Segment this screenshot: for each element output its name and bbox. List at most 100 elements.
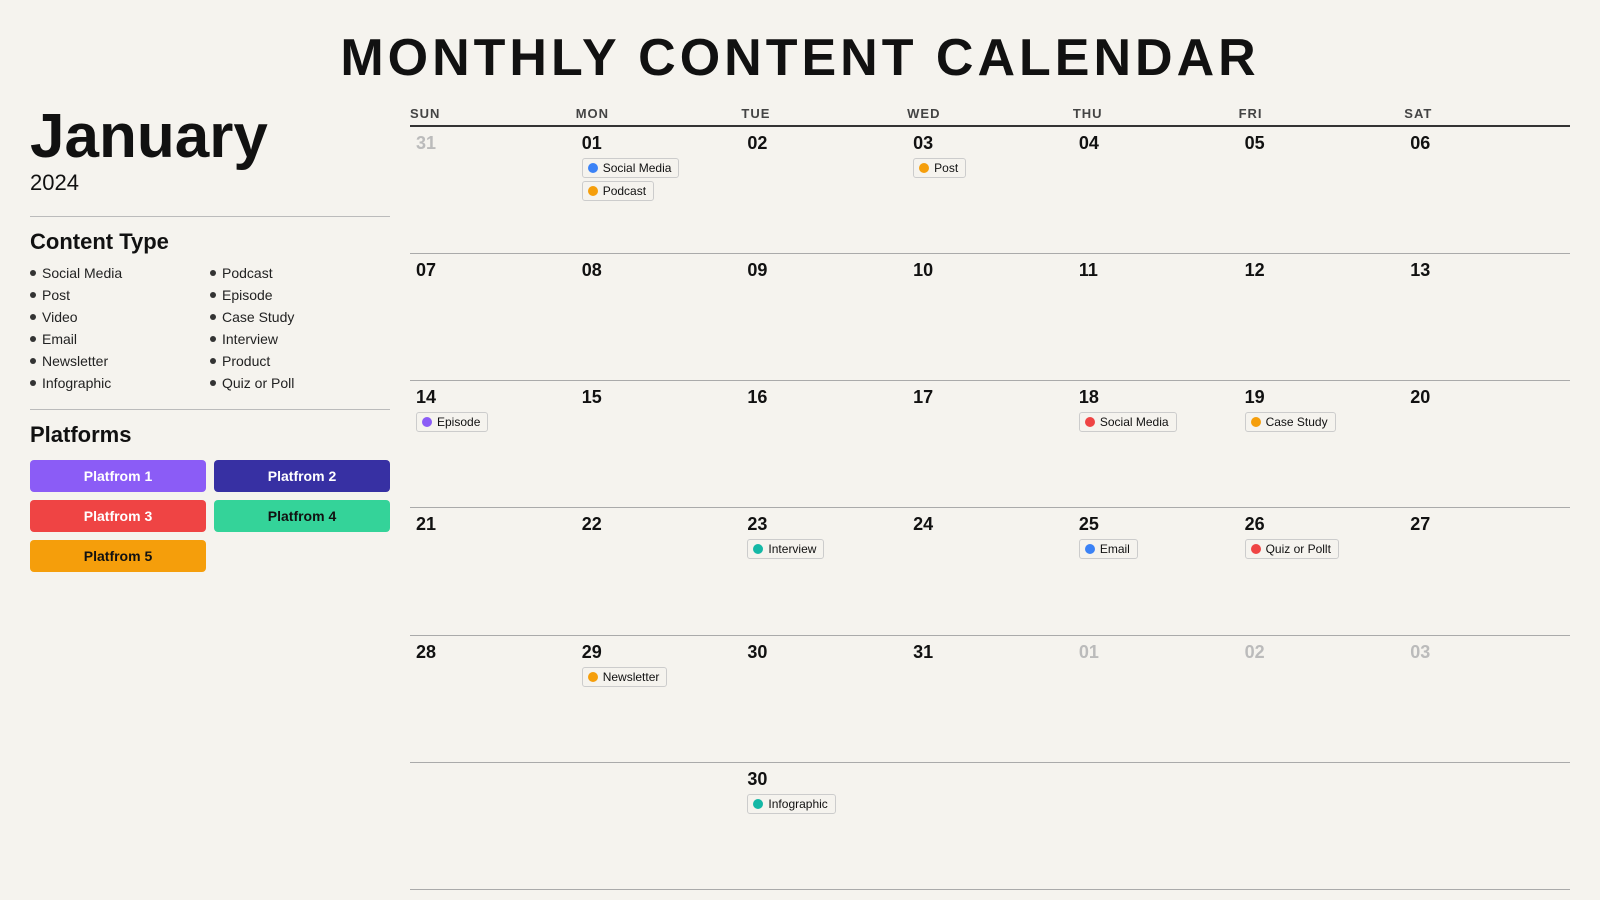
- calendar-day-name: THU: [1073, 106, 1239, 127]
- calendar-date: 30: [747, 769, 901, 790]
- event-badge: Interview: [747, 539, 824, 559]
- event-badge: Email: [1079, 539, 1138, 559]
- event-dot: [753, 799, 763, 809]
- platform-badge[interactable]: Platfrom 3: [30, 500, 206, 532]
- calendar-cell: 31: [410, 127, 576, 254]
- calendar-cell: 16: [741, 381, 907, 508]
- calendar-cell: 30Infographic: [741, 763, 907, 890]
- calendar-cell: 31: [907, 636, 1073, 763]
- calendar-cell: 04: [1073, 127, 1239, 254]
- content-type-item: Product: [210, 353, 390, 369]
- event-label: Episode: [437, 415, 480, 429]
- calendar-date: 25: [1079, 514, 1233, 535]
- event-badge: Case Study: [1245, 412, 1336, 432]
- calendar-cell: 20: [1404, 381, 1570, 508]
- calendar-cell: 21: [410, 508, 576, 635]
- bullet: [210, 336, 216, 342]
- content-type-item: Post: [30, 287, 210, 303]
- event-label: Post: [934, 161, 958, 175]
- calendar-date: 10: [913, 260, 1067, 281]
- content-type-item: Podcast: [210, 265, 390, 281]
- calendar-date: 12: [1245, 260, 1399, 281]
- calendar-cell: 14Episode: [410, 381, 576, 508]
- event-badge: Post: [913, 158, 966, 178]
- calendar-cell: 03Post: [907, 127, 1073, 254]
- calendar-cell: [410, 763, 576, 890]
- platforms-heading: Platforms: [30, 422, 390, 448]
- calendar-day-name: SUN: [410, 106, 576, 127]
- event-label: Podcast: [603, 184, 646, 198]
- calendar-date: 16: [747, 387, 901, 408]
- calendar-cell: 01Social MediaPodcast: [576, 127, 742, 254]
- calendar-date: 02: [1245, 642, 1399, 663]
- calendar-date: 01: [582, 133, 736, 154]
- calendar-date: 19: [1245, 387, 1399, 408]
- divider-1: [30, 216, 390, 217]
- calendar-cell: 18Social Media: [1073, 381, 1239, 508]
- calendar-cell: 27: [1404, 508, 1570, 635]
- calendar-cell: 25 Email: [1073, 508, 1239, 635]
- calendar-cell: 01: [1073, 636, 1239, 763]
- platforms-grid: Platfrom 1Platfrom 2Platfrom 3Platfrom 4…: [30, 460, 390, 572]
- event-badge: Podcast: [582, 181, 654, 201]
- event-badge: Newsletter: [582, 667, 668, 687]
- calendar-header: SUNMONTUEWEDTHUFRISAT: [410, 106, 1570, 127]
- event-dot: [588, 163, 598, 173]
- calendar-date: 15: [582, 387, 736, 408]
- event-label: Interview: [768, 542, 816, 556]
- bullet: [30, 380, 36, 386]
- event-dot: [1251, 417, 1261, 427]
- content-type-item: Newsletter: [30, 353, 210, 369]
- content-type-item: Infographic: [30, 375, 210, 391]
- calendar-date: 07: [416, 260, 570, 281]
- sidebar: January 2024 Content Type Social MediaPo…: [30, 106, 410, 890]
- platform-badge[interactable]: Platfrom 1: [30, 460, 206, 492]
- calendar-cell: 11: [1073, 254, 1239, 381]
- calendar-cell: 15: [576, 381, 742, 508]
- event-dot: [753, 544, 763, 554]
- event-dot: [1085, 417, 1095, 427]
- event-dot: [919, 163, 929, 173]
- calendar-date: 11: [1079, 260, 1233, 281]
- event-label: Case Study: [1266, 415, 1328, 429]
- calendar-cell: 29Newsletter: [576, 636, 742, 763]
- bullet: [30, 292, 36, 298]
- calendar-cell: 05: [1239, 127, 1405, 254]
- event-label: Quiz or Pollt: [1266, 542, 1331, 556]
- bullet: [30, 314, 36, 320]
- calendar-cell: 06: [1404, 127, 1570, 254]
- calendar-cell: 24: [907, 508, 1073, 635]
- event-badge: Episode: [416, 412, 488, 432]
- calendar-date: 20: [1410, 387, 1564, 408]
- calendar-cell: [907, 763, 1073, 890]
- page-title: MONTHLY CONTENT CALENDAR: [340, 28, 1259, 88]
- calendar-cell: [1404, 763, 1570, 890]
- calendar-date: 03: [1410, 642, 1564, 663]
- content-type-item: Social Media: [30, 265, 210, 281]
- platform-badge[interactable]: Platfrom 4: [214, 500, 390, 532]
- calendar-date: 28: [416, 642, 570, 663]
- calendar-date: 09: [747, 260, 901, 281]
- calendar-date: 02: [747, 133, 901, 154]
- bullet: [30, 358, 36, 364]
- event-dot: [588, 672, 598, 682]
- event-dot: [1251, 544, 1261, 554]
- calendar-day-name: MON: [576, 106, 742, 127]
- event-dot: [422, 417, 432, 427]
- event-label: Newsletter: [603, 670, 660, 684]
- calendar-cell: 09: [741, 254, 907, 381]
- bullet: [30, 270, 36, 276]
- calendar-date: 18: [1079, 387, 1233, 408]
- content-type-heading: Content Type: [30, 229, 390, 255]
- content-type-grid: Social MediaPodcastPostEpisodeVideoCase …: [30, 265, 390, 391]
- bullet: [210, 358, 216, 364]
- platform-badge[interactable]: Platfrom 2: [214, 460, 390, 492]
- content-type-item: Email: [30, 331, 210, 347]
- calendar-cell: 17: [907, 381, 1073, 508]
- calendar-date: 22: [582, 514, 736, 535]
- platform-badge[interactable]: Platfrom 5: [30, 540, 206, 572]
- calendar-date: 31: [416, 133, 570, 154]
- calendar: SUNMONTUEWEDTHUFRISAT 31 01Social MediaPo…: [410, 106, 1570, 890]
- calendar-grid: 3101Social MediaPodcast0203Post040506070…: [410, 127, 1570, 890]
- calendar-day-name: TUE: [741, 106, 907, 127]
